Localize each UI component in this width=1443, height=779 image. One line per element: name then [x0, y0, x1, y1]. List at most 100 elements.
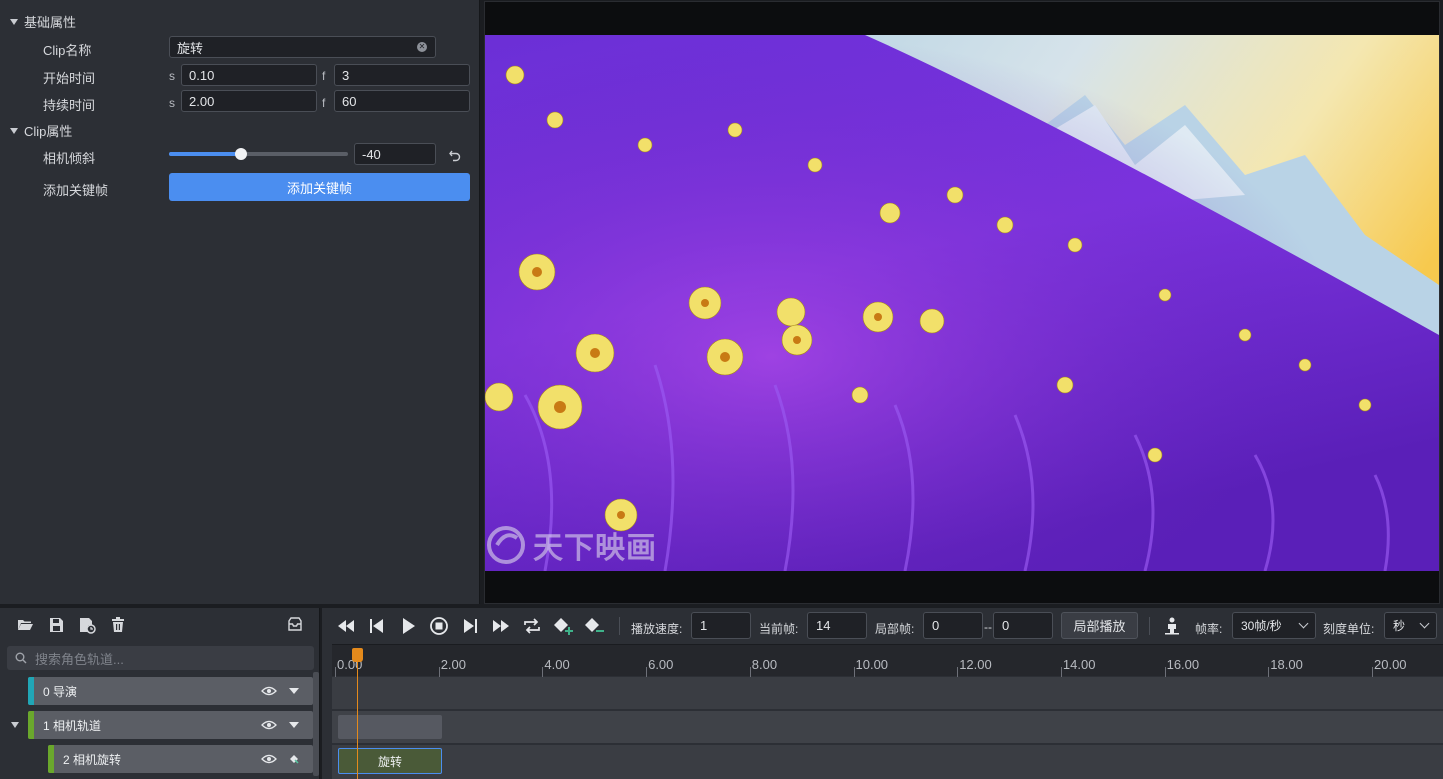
- track-menu-icon[interactable]: [287, 722, 301, 728]
- track-row-camera[interactable]: 1 相机轨道: [28, 711, 313, 739]
- eye-icon[interactable]: [261, 686, 277, 696]
- watermark: 天下映画: [485, 523, 657, 567]
- start-frames-input[interactable]: 3: [334, 64, 470, 86]
- ruler-tick-label: 18.00: [1270, 657, 1303, 672]
- duration-seconds-value: 2.00: [189, 93, 215, 109]
- ruler-tick-mark: [542, 667, 544, 677]
- track-menu-icon[interactable]: [287, 688, 301, 694]
- ruler-tick-mark: [749, 667, 751, 677]
- track-lane-director[interactable]: [332, 677, 1443, 709]
- playhead-handle[interactable]: [352, 648, 363, 662]
- local-frame-end-input[interactable]: 0: [993, 612, 1053, 639]
- local-frame-end-value: 0: [1002, 618, 1010, 633]
- track-lane-camera-rotate[interactable]: 旋转: [332, 745, 1443, 779]
- remove-keyframe-icon[interactable]: [583, 616, 605, 636]
- ruler-tick-mark: [853, 667, 855, 677]
- clip-name-label: Clip名称: [43, 43, 92, 58]
- scale-unit-value: 秒: [1393, 619, 1406, 633]
- slider-handle[interactable]: [234, 148, 247, 160]
- character-icon[interactable]: [1164, 617, 1180, 635]
- chevron-down-icon: [1419, 618, 1430, 629]
- clear-icon[interactable]: ✕: [417, 42, 427, 52]
- save-icon[interactable]: [47, 616, 65, 634]
- local-frame-label: 局部帧:: [875, 622, 915, 636]
- track-list-scrollbar[interactable]: [313, 672, 319, 776]
- camera-track-clip-range[interactable]: [338, 715, 442, 739]
- keyframe-icon[interactable]: [287, 754, 301, 764]
- basic-properties-header[interactable]: 基础属性: [10, 12, 76, 31]
- step-back-icon[interactable]: [366, 616, 388, 636]
- search-placeholder: 搜索角色轨道...: [35, 651, 124, 667]
- track-search-input[interactable]: 搜索角色轨道...: [7, 646, 314, 670]
- clip-name-input[interactable]: 旋转 ✕: [169, 36, 436, 58]
- ruler-tick-label: 8.00: [751, 657, 778, 672]
- expand-arrow-icon[interactable]: [11, 722, 19, 728]
- track-row-director[interactable]: 0 导演: [28, 677, 313, 705]
- play-icon[interactable]: [397, 616, 419, 636]
- ruler-tick-mark: [957, 667, 959, 677]
- scene-render: 天下映画: [485, 35, 1439, 571]
- track-label: 1 相机轨道: [43, 718, 102, 733]
- rotate-clip[interactable]: 旋转: [338, 748, 442, 774]
- speed-value: 1: [700, 618, 708, 633]
- duration-frames-input[interactable]: 60: [334, 90, 470, 112]
- fast-forward-icon[interactable]: [490, 616, 512, 636]
- ruler-tick-mark: [1268, 667, 1270, 677]
- track-label: 2 相机旋转: [63, 752, 122, 767]
- ruler-tick-label: 12.00: [959, 657, 992, 672]
- frame-rate-label: 帧率:: [1195, 622, 1223, 636]
- duration-frames-value: 60: [342, 93, 357, 109]
- track-lane-camera[interactable]: [332, 711, 1443, 743]
- speed-input[interactable]: 1: [691, 612, 751, 639]
- scale-unit-select[interactable]: 秒: [1384, 612, 1437, 639]
- local-play-button[interactable]: 局部播放: [1061, 612, 1138, 639]
- add-keyframe-icon[interactable]: [552, 616, 574, 636]
- ruler-tick-label: 16.00: [1166, 657, 1200, 672]
- start-frames-unit: f: [322, 69, 326, 83]
- rewind-icon[interactable]: [335, 616, 357, 636]
- start-seconds-input[interactable]: 0.10: [181, 64, 317, 86]
- ruler-tick-mark: [335, 667, 336, 677]
- track-row-camera-rotate[interactable]: 2 相机旋转: [48, 745, 313, 773]
- local-frame-start-input[interactable]: 0: [923, 612, 983, 639]
- start-frames-value: 3: [342, 67, 350, 83]
- chevron-down-icon: [1298, 618, 1309, 629]
- properties-panel: 基础属性 Clip名称 旋转 ✕ 开始时间 s 0.10 f 3 持续时间 s …: [0, 0, 480, 604]
- trash-icon[interactable]: [109, 616, 127, 634]
- frame-rate-select[interactable]: 30帧/秒: [1232, 612, 1316, 639]
- current-frame-value: 14: [816, 618, 831, 633]
- slider-fill: [169, 152, 241, 156]
- loop-icon[interactable]: [521, 616, 543, 636]
- current-frame-label: 当前帧:: [759, 622, 799, 636]
- collapse-arrow-icon: [10, 18, 18, 25]
- basic-properties-title: 基础属性: [24, 15, 77, 30]
- track-color-bar: [28, 711, 34, 739]
- clip-properties-header[interactable]: Clip属性: [10, 121, 72, 140]
- inbox-icon[interactable]: [286, 616, 304, 634]
- time-ruler[interactable]: 0.00 2.00 4.00 6.00 8.00 10.00 12.00 14.00 16.00…: [332, 644, 1443, 677]
- duration-seconds-unit: s: [169, 96, 175, 110]
- scene-viewport[interactable]: 天下映画: [484, 1, 1440, 604]
- add-keyframe-button[interactable]: 添加关键帧: [169, 173, 470, 201]
- camera-tilt-input[interactable]: -40: [354, 143, 436, 165]
- scale-unit-label: 刻度单位:: [1323, 622, 1375, 636]
- playhead-line: [357, 655, 358, 779]
- clip-name-value: 旋转: [177, 40, 204, 56]
- ruler-tick-mark: [1372, 667, 1373, 677]
- folder-open-icon[interactable]: [16, 616, 34, 634]
- start-seconds-value: 0.10: [189, 67, 215, 83]
- step-forward-icon[interactable]: [459, 616, 481, 636]
- eye-icon[interactable]: [261, 754, 277, 764]
- search-icon: [15, 652, 27, 664]
- save-as-icon[interactable]: [78, 616, 96, 634]
- camera-tilt-slider[interactable]: [169, 148, 348, 160]
- add-keyframe-label: 添加关键帧: [43, 183, 109, 198]
- duration-seconds-input[interactable]: 2.00: [181, 90, 317, 112]
- track-label: 0 导演: [43, 684, 78, 699]
- clip-properties-title: Clip属性: [24, 124, 73, 139]
- eye-icon[interactable]: [261, 720, 277, 730]
- reset-icon[interactable]: [448, 148, 462, 162]
- speed-label: 播放速度:: [631, 622, 683, 636]
- stop-icon[interactable]: [428, 616, 450, 636]
- current-frame-input[interactable]: 14: [807, 612, 867, 639]
